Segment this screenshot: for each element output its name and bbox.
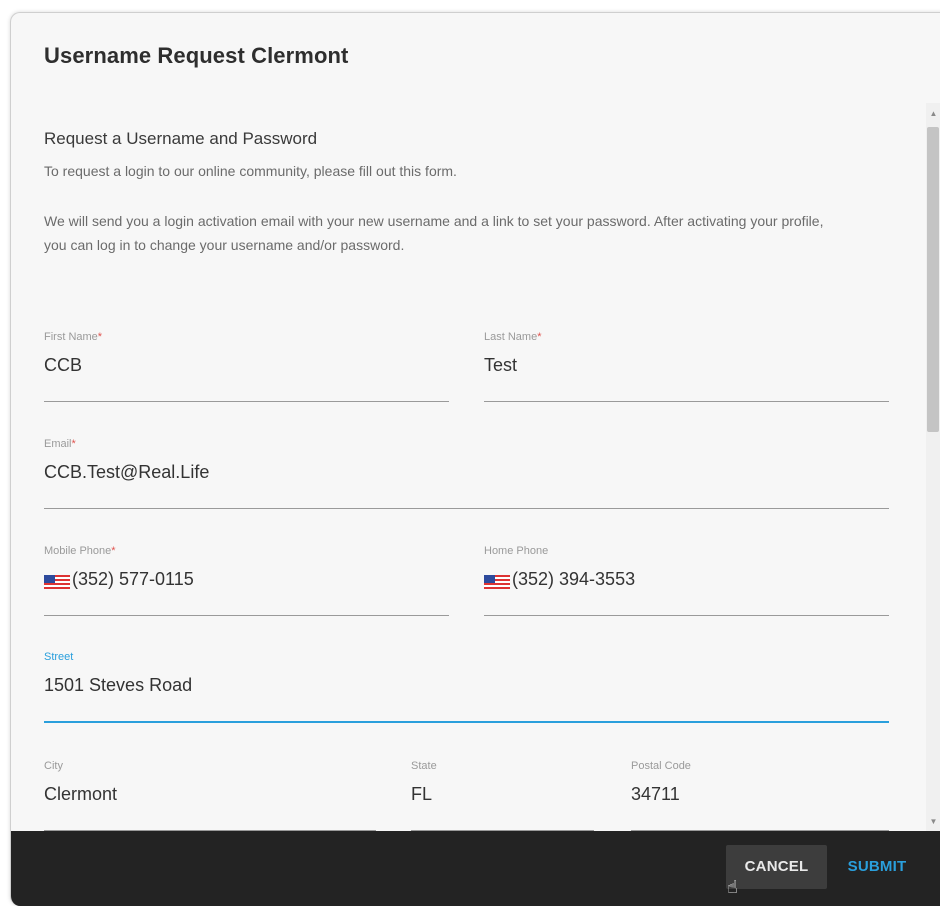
email-input[interactable] [44,462,889,483]
first-name-input[interactable] [44,355,449,376]
email-label: Email* [44,438,76,450]
dialog-footer: CANCEL SUBMIT [11,831,940,906]
scroll-down-arrow-icon[interactable]: ▼ [926,815,940,829]
home-phone-field[interactable]: Home Phone (352) 394-3553 [484,545,889,616]
last-name-input[interactable] [484,355,889,376]
dialog-title: Username Request Clermont [44,43,349,68]
street-label: Street [44,651,74,663]
intro-heading: Request a Username and Password [44,129,318,148]
required-mark: * [111,545,116,557]
vertical-scrollbar[interactable]: ▲ ▼ [926,103,940,831]
mobile-phone-input[interactable]: (352) 577-0115 [72,569,194,590]
hand-cursor-icon: ☝ [727,877,738,897]
mobile-phone-field[interactable]: Mobile Phone* (352) 577-0115 [44,545,449,616]
state-field[interactable]: State [411,760,594,831]
postal-code-field[interactable]: Postal Code [631,760,889,831]
city-input[interactable] [44,784,376,805]
first-name-label: First Name* [44,331,103,343]
state-input[interactable] [411,784,594,805]
postal-code-label: Postal Code [631,760,691,772]
us-flag-icon[interactable] [44,575,70,589]
state-label: State [411,760,437,772]
street-field[interactable]: Street [44,651,889,723]
home-phone-input[interactable]: (352) 394-3553 [512,569,635,590]
required-mark: * [537,331,542,343]
mobile-phone-label: Mobile Phone* [44,545,116,557]
submit-button[interactable]: SUBMIT [837,845,917,889]
home-phone-label: Home Phone [484,545,549,557]
email-field[interactable]: Email* [44,438,889,509]
city-label: City [44,760,63,772]
required-mark: * [71,438,76,450]
scroll-thumb[interactable] [927,127,939,432]
first-name-field[interactable]: First Name* [44,331,449,402]
required-mark: * [97,331,103,343]
last-name-label: Last Name* [484,331,542,343]
city-field[interactable]: City [44,760,376,831]
username-request-dialog: Username Request Clermont Request a User… [10,12,940,906]
us-flag-icon[interactable] [484,575,510,589]
street-input[interactable] [44,675,889,696]
last-name-field[interactable]: Last Name* [484,331,889,402]
scroll-up-arrow-icon[interactable]: ▲ [926,107,940,121]
dialog-body[interactable]: Request a Username and Password To reque… [11,103,931,831]
cancel-button[interactable]: CANCEL [726,845,827,889]
postal-code-input[interactable] [631,784,889,805]
intro-text: To request a login to our online communi… [44,159,844,257]
intro-line-1: To request a login to our online communi… [44,163,457,179]
intro-line-2: We will send you a login activation emai… [44,213,824,253]
